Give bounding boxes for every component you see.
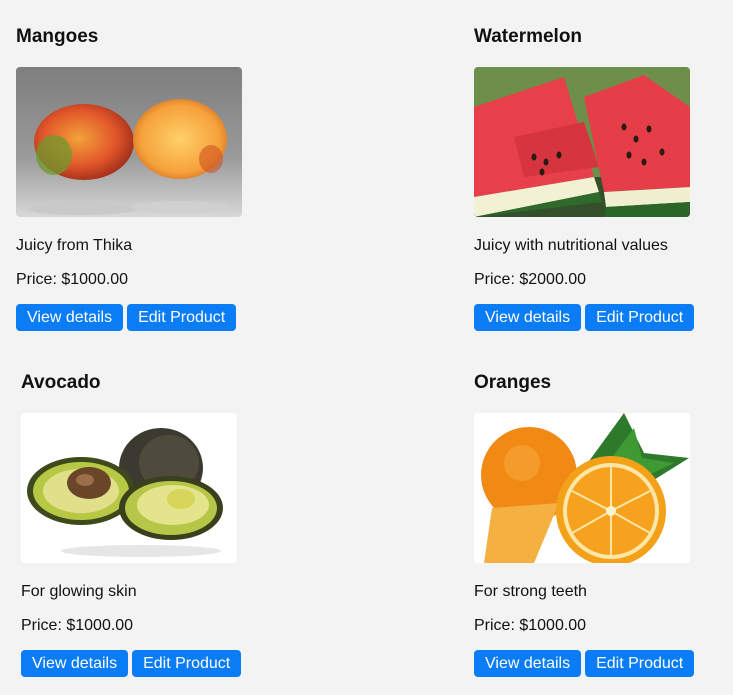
watermelon-image	[474, 67, 690, 217]
product-actions: View details Edit Product	[16, 304, 276, 331]
mango-image	[16, 67, 242, 217]
view-details-button[interactable]: View details	[21, 650, 129, 677]
product-title: Mangoes	[16, 26, 99, 47]
product-card-avocado: Avocado For glowing skin Price: $1000.00	[21, 372, 281, 677]
product-title: Avocado	[21, 372, 101, 393]
product-price: Price: $1000.00	[21, 617, 134, 634]
view-details-button[interactable]: View details	[474, 650, 582, 677]
product-image	[474, 413, 690, 563]
product-actions: View details Edit Product	[474, 650, 733, 677]
product-price: Price: $1000.00	[16, 271, 129, 288]
view-details-button[interactable]: View details	[474, 304, 582, 331]
orange-image	[474, 413, 690, 563]
avocado-image	[21, 413, 237, 563]
product-title: Oranges	[474, 372, 552, 393]
product-description: For glowing skin	[21, 583, 137, 600]
product-card-watermelon: Watermelon Juicy with nutritional values…	[474, 26, 733, 331]
product-description: For strong teeth	[474, 583, 587, 600]
edit-product-button[interactable]: Edit Product	[132, 650, 242, 677]
product-description: Juicy from Thika	[16, 237, 133, 254]
product-card-mangoes: Mangoes Juicy from Thika Price: $1000.00…	[16, 26, 276, 331]
product-image	[21, 413, 237, 563]
product-actions: View details Edit Product	[21, 650, 281, 677]
edit-product-button[interactable]: Edit Product	[585, 650, 695, 677]
view-details-button[interactable]: View details	[16, 304, 124, 331]
product-description: Juicy with nutritional values	[474, 237, 668, 254]
product-card-oranges: Oranges For strong teeth Price: $1000.00…	[474, 372, 733, 677]
product-actions: View details Edit Product	[474, 304, 733, 331]
product-title: Watermelon	[474, 26, 583, 47]
product-grid: Mangoes Juicy from Thika Price: $1000.00…	[0, 0, 733, 695]
product-image	[474, 67, 690, 217]
product-price: Price: $2000.00	[474, 271, 587, 288]
edit-product-button[interactable]: Edit Product	[127, 304, 237, 331]
edit-product-button[interactable]: Edit Product	[585, 304, 695, 331]
product-image	[16, 67, 242, 217]
product-price: Price: $1000.00	[474, 617, 587, 634]
